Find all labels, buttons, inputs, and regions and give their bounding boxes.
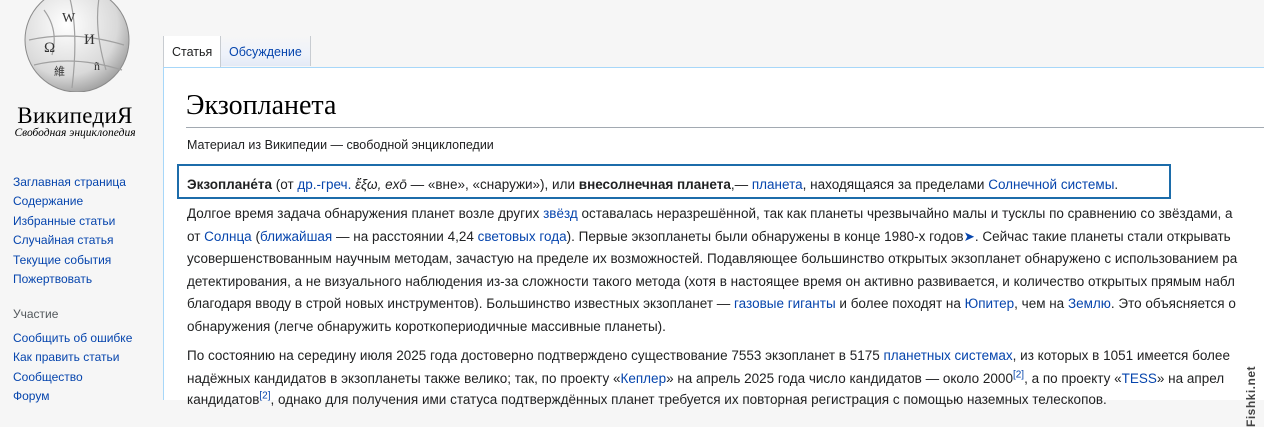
tab-article[interactable]: Статья <box>163 36 221 67</box>
text: , из которых в 1051 имеется более <box>1012 348 1230 363</box>
alt-term-bold: внесолнечная планета <box>578 177 731 192</box>
paragraph-1-line-1: Долгое время задача обнаружения планет в… <box>187 206 1233 221</box>
text: » на апрел <box>1156 371 1225 386</box>
sidebar-item-report-error[interactable]: Сообщить об ошибке <box>13 331 132 345</box>
text: и более походят на <box>835 296 965 311</box>
text: — «вне», «снаружи»), или <box>406 177 579 192</box>
text: . Сейчас такие планеты стали открывать <box>974 229 1231 244</box>
text: от <box>187 229 205 244</box>
sidebar-item-random[interactable]: Случайная статья <box>13 233 113 247</box>
text: — на расстоянии 4,24 <box>332 229 478 244</box>
lead-sentence: Экзоплане́та (от др.-греч. ἔξω, exō — «в… <box>187 177 1118 192</box>
link-tess[interactable]: TESS <box>1122 371 1157 386</box>
text: . Это объясняется о <box>1110 296 1236 311</box>
globe-glyph-omega: Ω <box>44 40 55 56</box>
link-kepler[interactable]: Кеплер <box>621 371 667 386</box>
paragraph-1-line-4: детектирования, а не визуального наблюде… <box>187 274 1235 289</box>
link-planetary-systems[interactable]: планетных системах <box>883 348 1012 363</box>
text: ). Первые экзопланеты были обнаружены в … <box>566 229 964 244</box>
text: ,— <box>730 177 752 192</box>
text: оставалась неразрешённой, так как планет… <box>577 206 1233 221</box>
globe-glyph-n: ñ <box>94 59 100 73</box>
link-solar-system[interactable]: Солнечной системы <box>988 177 1114 192</box>
link-stars[interactable]: звёзд <box>543 206 578 221</box>
text: надёжных кандидатов в экзопланеты также … <box>187 371 621 386</box>
watermark: Fishki.net <box>1244 366 1258 427</box>
greek-word: ἔξω, exō <box>351 177 407 192</box>
text: , находящаяся за пределами <box>802 177 989 192</box>
link-planet[interactable]: планета <box>752 177 803 192</box>
title-divider <box>186 127 1264 128</box>
text: благодаря вводу в строй новых инструмент… <box>187 296 735 311</box>
sidebar-item-current-events[interactable]: Текущие события <box>13 253 111 267</box>
link-light-years[interactable]: световых года <box>478 229 567 244</box>
sidebar-item-main-page[interactable]: Заглавная страница <box>13 175 126 189</box>
text: , чем на <box>1014 296 1068 311</box>
text: » на апрель 2025 года число кандидатов —… <box>666 371 1013 386</box>
period: . <box>1114 177 1119 192</box>
link-jupiter[interactable]: Юпитер <box>965 296 1015 311</box>
wikipedia-globe-icon: W Ω И 維 ñ <box>24 0 130 92</box>
site-subtitle: Материал из Википедии — свободной энцикл… <box>187 138 494 152</box>
sidebar-item-contents[interactable]: Содержание <box>13 194 83 208</box>
sidebar-item-featured[interactable]: Избранные статьи <box>13 214 115 228</box>
text: (от <box>272 177 298 192</box>
paragraph-2-line-1: По состоянию на середину июля 2025 года … <box>187 348 1230 363</box>
text: , а по проекту « <box>1024 371 1122 386</box>
term-bold: Экзоплане́та <box>187 177 273 192</box>
globe-glyph-w: W <box>62 11 76 26</box>
link-greek[interactable]: др.-греч. <box>297 177 351 192</box>
link-gas-giants[interactable]: газовые гиганты <box>734 296 836 311</box>
link-sun[interactable]: Солнца <box>204 229 252 244</box>
paragraph-1-line-3: усовершенствованным научным методам, зач… <box>187 251 1238 266</box>
arrow-icon[interactable]: ➤ <box>964 229 975 244</box>
wikipedia-tagline: Свободная энциклопедия <box>14 127 136 139</box>
text: Долгое время задача обнаружения планет в… <box>187 206 544 221</box>
text: ( <box>251 229 260 244</box>
text: По состоянию на середину июля 2025 года … <box>187 348 884 363</box>
tab-talk[interactable]: Обсуждение <box>221 36 311 66</box>
paragraph-1-line-5: благодаря вводу в строй новых инструмент… <box>187 296 1236 311</box>
wikipedia-logo[interactable]: W Ω И 維 ñ ВикипедиЯ Свободная энциклопед… <box>0 0 160 150</box>
sidebar-item-forum[interactable]: Форум <box>13 389 49 403</box>
sidebar-item-community[interactable]: Сообщество <box>13 370 83 384</box>
sidebar-heading-participation: Участие <box>13 307 59 321</box>
globe-glyph-kanji: 維 <box>54 65 65 78</box>
paragraph-1-line-6: обнаружения (легче обнаружить короткопер… <box>187 319 666 334</box>
page-title: Экзопланета <box>186 90 337 121</box>
paragraph-1-line-2: от Солнца (ближайшая — на расстоянии 4,2… <box>187 229 1231 245</box>
wikipedia-wordmark: ВикипедиЯ <box>17 103 133 128</box>
link-nearest[interactable]: ближайшая <box>260 229 332 244</box>
reference-link[interactable]: [2] <box>1013 370 1024 381</box>
sidebar-item-donate[interactable]: Пожертвовать <box>13 272 92 286</box>
link-earth[interactable]: Землю <box>1068 296 1111 311</box>
globe-glyph-i: И <box>84 32 95 48</box>
sidebar-item-how-to-edit[interactable]: Как править статьи <box>13 350 119 364</box>
paragraph-2-line-2: надёжных кандидатов в экзопланеты также … <box>187 370 1225 386</box>
